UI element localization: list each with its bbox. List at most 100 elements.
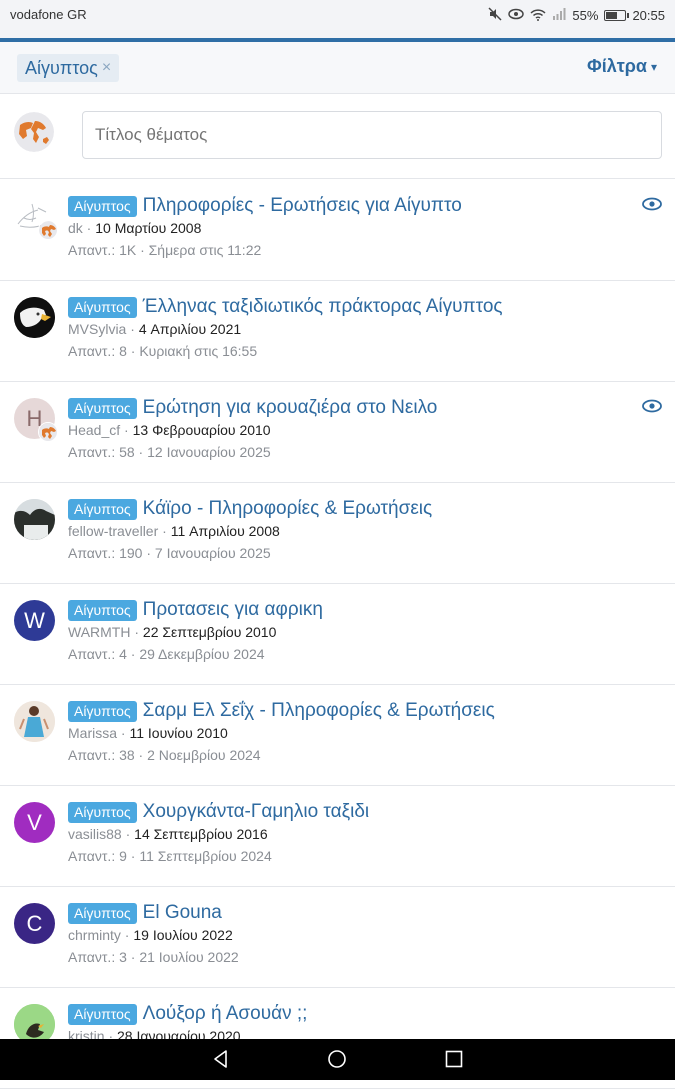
close-icon[interactable]: × (102, 54, 111, 82)
user-avatar[interactable] (14, 499, 55, 540)
thread-title[interactable]: Πληροφορίες - Ερωτήσεις για Αίγυπτο (143, 195, 462, 217)
status-bar: vodafone GR 55% 20:55 (0, 0, 675, 38)
prefix-badge[interactable]: Αίγυπτος (68, 195, 137, 217)
thread-title[interactable]: Έλληνας ταξιδιωτικός πράκτορας Αίγυπτος (143, 296, 503, 318)
thread-title-line: Αίγυπτος Ερώτηση για κρουαζιέρα στο Νειλ… (68, 397, 437, 419)
list-item[interactable]: H Αίγυπτος Ερώτηση για κρουαζιέρα στο Νε… (0, 382, 675, 483)
thread-title[interactable]: Σαρμ Ελ Σεΐχ - Πληροφορίες & Ερωτήσεις (143, 700, 495, 722)
thread-stats: Απαντ.: 38 · 2 Νοεμβρίου 2024 (68, 747, 261, 763)
signal-icon (552, 8, 566, 23)
thread-start-date: 13 Φεβρουαρίου 2010 (132, 422, 271, 438)
filters-button[interactable]: Φίλτρα ▾ (587, 56, 657, 77)
thread-meta: MVSylvia · 4 Απριλίου 2021 (68, 321, 242, 337)
thread-start-date: 4 Απριλίου 2021 (138, 321, 242, 337)
thread-title-line: Αίγυπτος Κάϊρο - Πληροφορίες & Ερωτήσεις (68, 498, 432, 520)
user-avatar[interactable] (14, 297, 55, 338)
user-avatar[interactable]: W (14, 600, 55, 641)
thread-start-date: 22 Σεπτεμβρίου 2010 (142, 624, 277, 640)
list-item[interactable]: C Αίγυπτος El Gouna chrminty · 19 Ιουλίο… (0, 887, 675, 988)
list-item[interactable]: W Αίγυπτος Προτασεις για αφρικη WARMTH ·… (0, 584, 675, 685)
thread-start-date: 14 Σεπτεμβρίου 2016 (134, 826, 268, 842)
thread-title[interactable]: Λούξορ ή Ασουάν ;; (143, 1003, 308, 1025)
back-icon[interactable] (210, 1048, 232, 1070)
thread-title[interactable]: Κάϊρο - Πληροφορίες & Ερωτήσεις (143, 498, 433, 520)
mute-icon (488, 7, 502, 24)
prefix-badge[interactable]: Αίγυπτος (68, 700, 137, 722)
chevron-down-icon: ▾ (650, 59, 657, 74)
thread-title[interactable]: Χουργκάντα-Γαμηλιο ταξιδι (143, 801, 370, 823)
prefix-badge[interactable]: Αίγυπτος (68, 599, 137, 621)
globe-icon (38, 220, 58, 240)
thread-author[interactable]: Head_cf (68, 422, 120, 438)
list-item[interactable]: Αίγυπτος Έλληνας ταξιδιωτικός πράκτορας … (0, 281, 675, 382)
thread-stats: Απαντ.: 9 · 11 Σεπτεμβρίου 2024 (68, 848, 272, 864)
thread-author[interactable]: WARMTH (68, 624, 130, 640)
list-item[interactable]: Αίγυπτος Πληροφορίες - Ερωτήσεις για Αίγ… (0, 180, 675, 281)
thread-list: Αίγυπτος Πληροφορίες - Ερωτήσεις για Αίγ… (0, 180, 675, 1089)
user-avatar[interactable]: V (14, 802, 55, 843)
thread-title[interactable]: Προτασεις για αφρικη (143, 599, 323, 621)
thread-title-line: Αίγυπτος Έλληνας ταξιδιωτικός πράκτορας … (68, 296, 503, 318)
thread-meta: Head_cf · 13 Φεβρουαρίου 2010 (68, 422, 271, 438)
prefix-filter-chip[interactable]: Αίγυπτος × (17, 54, 120, 82)
thread-stats: Απαντ.: 58 · 12 Ιανουαρίου 2025 (68, 444, 271, 460)
thread-author[interactable]: chrminty (68, 927, 121, 943)
new-thread-bar (0, 95, 675, 179)
prefix-badge[interactable]: Αίγυπτος (68, 1003, 137, 1025)
list-item[interactable]: V Αίγυπτος Χουργκάντα-Γαμηλιο ταξιδι vas… (0, 786, 675, 887)
thread-stats: Απαντ.: 1K · Σήμερα στις 11:22 (68, 242, 262, 258)
battery-icon (604, 10, 630, 21)
thread-meta: chrminty · 19 Ιουλίου 2022 (68, 927, 233, 943)
status-icons: 55% 20:55 (488, 7, 665, 24)
thread-meta: vasilis88 · 14 Σεπτεμβρίου 2016 (68, 826, 268, 842)
thread-stats: Απαντ.: 190 · 7 Ιανουαρίου 2025 (68, 545, 271, 561)
prefix-badge[interactable]: Αίγυπτος (68, 902, 137, 924)
thread-meta: Marissa · 11 Ιουνίου 2010 (68, 725, 228, 741)
battery-fill (606, 12, 618, 19)
filters-label: Φίλτρα (586, 56, 647, 76)
thread-author[interactable]: dk (68, 220, 83, 236)
thread-author[interactable]: fellow-traveller (68, 523, 158, 539)
thread-stats: Απαντ.: 8 · Κυριακή στις 16:55 (68, 343, 258, 359)
watched-eye-icon (642, 197, 662, 211)
person-avatar-icon (14, 701, 55, 742)
home-icon[interactable] (326, 1048, 348, 1070)
prefix-badge[interactable]: Αίγυπτος (68, 801, 137, 823)
list-item[interactable]: Αίγυπτος Σαρμ Ελ Σεΐχ - Πληροφορίες & Ερ… (0, 685, 675, 786)
carrier-name: vodafone GR (10, 7, 87, 22)
watched-eye-icon (642, 399, 662, 413)
thread-title-line: Αίγυπτος El Gouna (68, 902, 222, 924)
chip-label: Αίγυπτος (25, 58, 98, 78)
user-avatar (14, 112, 54, 152)
eye-comfort-icon (508, 8, 525, 23)
thread-meta: fellow-traveller · 11 Απριλίου 2008 (68, 523, 280, 539)
prefix-badge[interactable]: Αίγυπτος (68, 397, 137, 419)
eagle-avatar-icon (14, 297, 55, 338)
thread-title-line: Αίγυπτος Πληροφορίες - Ερωτήσεις για Αίγ… (68, 195, 462, 217)
globe-icon (14, 112, 54, 152)
thread-start-date: 11 Ιουνίου 2010 (129, 725, 228, 741)
thread-author[interactable]: Marissa (68, 725, 117, 741)
photo-avatar-icon (14, 499, 55, 540)
thread-author[interactable]: vasilis88 (68, 826, 122, 842)
thread-title[interactable]: Ερώτηση για κρουαζιέρα στο Νειλο (143, 397, 438, 419)
prefix-badge[interactable]: Αίγυπτος (68, 296, 137, 318)
battery-percent: 55% (572, 8, 599, 23)
thread-meta: dk · 10 Μαρτίου 2008 (68, 220, 202, 236)
recents-icon[interactable] (443, 1048, 465, 1070)
user-avatar[interactable]: C (14, 903, 55, 944)
globe-icon (38, 422, 58, 442)
thread-title-line: Αίγυπτος Λούξορ ή Ασουάν ;; (68, 1003, 307, 1025)
user-avatar[interactable] (14, 701, 55, 742)
system-nav-bar (0, 1039, 675, 1080)
thread-start-date: 11 Απριλίου 2008 (170, 523, 280, 539)
thread-start-date: 19 Ιουλίου 2022 (133, 927, 233, 943)
thread-stats: Απαντ.: 3 · 21 Ιουλίου 2022 (68, 949, 239, 965)
thread-stats: Απαντ.: 4 · 29 Δεκεμβρίου 2024 (68, 646, 265, 662)
thread-title[interactable]: El Gouna (143, 902, 222, 924)
thread-author[interactable]: MVSylvia (68, 321, 126, 337)
thread-title-input[interactable] (82, 111, 662, 159)
list-item[interactable]: Αίγυπτος Κάϊρο - Πληροφορίες & Ερωτήσεις… (0, 483, 675, 584)
prefix-badge[interactable]: Αίγυπτος (68, 498, 137, 520)
clock: 20:55 (632, 8, 665, 23)
